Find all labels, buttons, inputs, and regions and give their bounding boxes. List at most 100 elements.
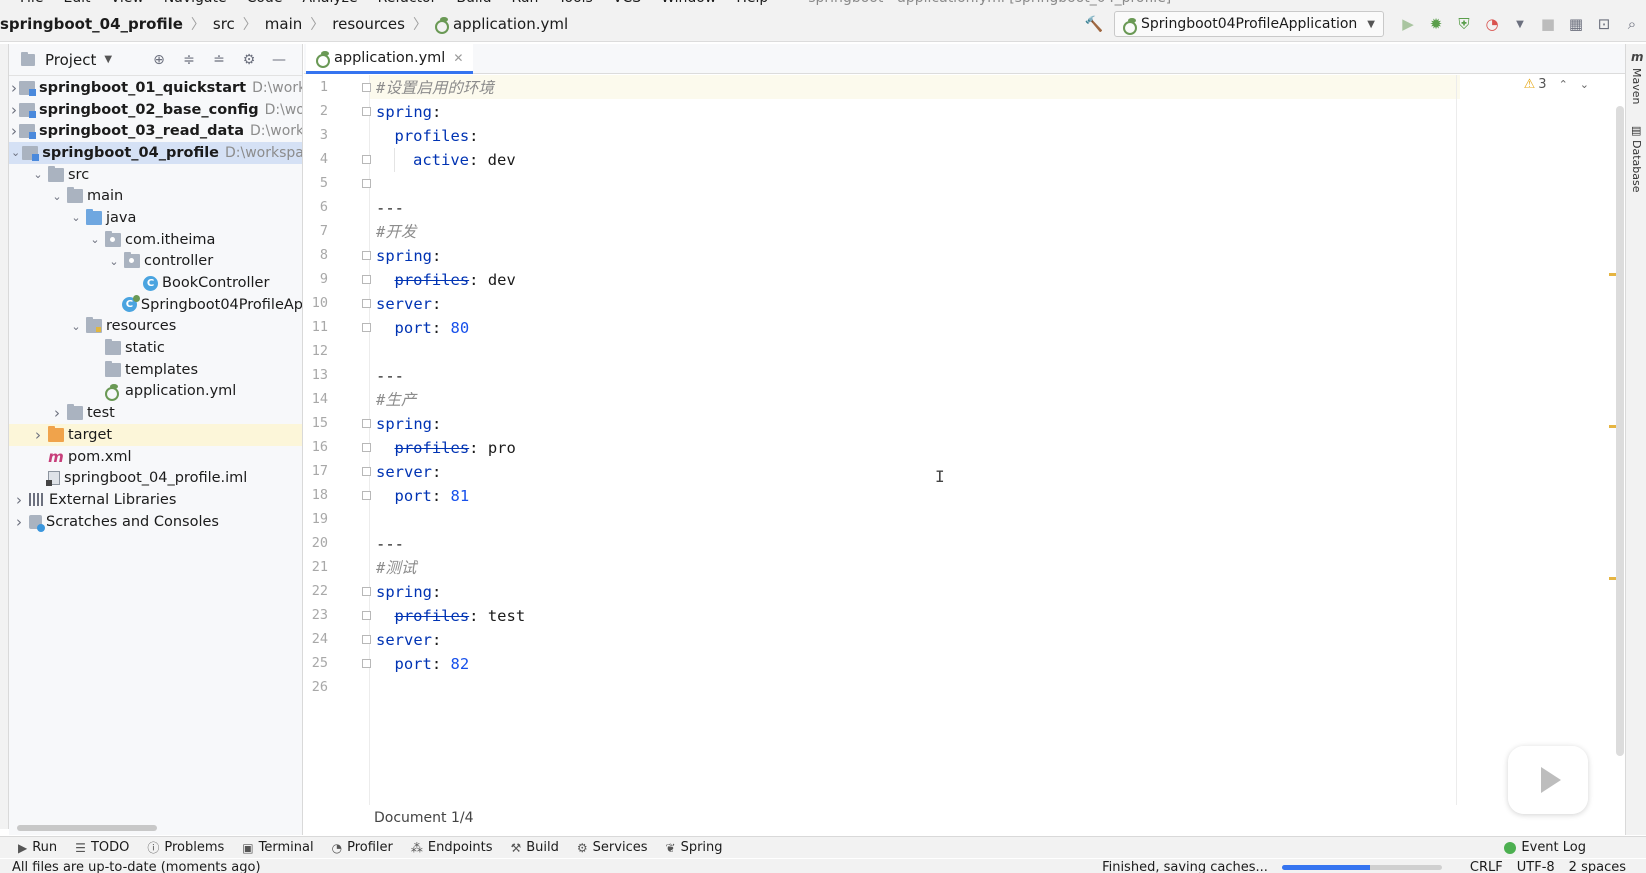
code-line[interactable]: spring:: [376, 100, 441, 124]
tree-item[interactable]: ⌄ springboot_04_profile D:\workspac: [9, 142, 302, 164]
chevron-right-icon[interactable]: ›: [11, 101, 17, 119]
gear-icon[interactable]: ⚙: [238, 49, 260, 71]
menu-item[interactable]: Refactor: [378, 0, 437, 6]
fold-marker-icon[interactable]: [362, 83, 371, 92]
chevron-down-icon[interactable]: ⌄: [68, 320, 84, 333]
fold-marker-icon[interactable]: [362, 659, 371, 668]
chevron-right-icon[interactable]: ›: [11, 491, 27, 509]
fold-marker-icon[interactable]: [362, 251, 371, 260]
fold-marker-icon[interactable]: [362, 179, 371, 188]
search-icon[interactable]: ⌕: [1621, 13, 1643, 35]
chevron-right-icon[interactable]: ›: [49, 404, 65, 422]
menu-item[interactable]: File: [20, 0, 43, 6]
maven-tool-window[interactable]: Maven: [1630, 68, 1643, 104]
tree-item[interactable]: ›springboot_04_profile.iml: [9, 467, 302, 489]
code-area[interactable]: #设置启用的环境 spring: profiles: active: dev --- #开…: [376, 75, 1446, 805]
menu-item[interactable]: Window: [661, 0, 716, 6]
code-line[interactable]: port: 80: [376, 316, 470, 340]
locate-icon[interactable]: ⊕: [148, 49, 170, 71]
code-line[interactable]: profiles: pro: [376, 436, 516, 460]
code-line[interactable]: ---: [376, 196, 404, 220]
code-line[interactable]: spring:: [376, 244, 441, 268]
menu-item[interactable]: VCS: [613, 0, 641, 6]
fold-marker-icon[interactable]: [362, 635, 371, 644]
chevron-down-icon[interactable]: ▼: [1509, 13, 1531, 35]
background-task-progress[interactable]: [1281, 865, 1442, 870]
chevron-right-icon[interactable]: ›: [11, 79, 17, 97]
fold-marker-icon[interactable]: [362, 107, 371, 116]
code-line[interactable]: #设置启用的环境: [376, 76, 494, 100]
project-structure-icon[interactable]: ▦: [1565, 13, 1587, 35]
fold-marker-icon[interactable]: [362, 491, 371, 500]
tab-build[interactable]: ⚒ Build: [511, 840, 559, 855]
code-line[interactable]: server:: [376, 628, 441, 652]
menu-item[interactable]: Edit: [63, 0, 90, 6]
tree-item[interactable]: ⌄ controller: [9, 251, 302, 273]
code-line[interactable]: spring:: [376, 580, 441, 604]
code-line[interactable]: profiles: dev: [376, 268, 516, 292]
code-line[interactable]: profiles:: [376, 124, 479, 148]
chevron-down-icon[interactable]: ⌄: [1580, 78, 1589, 91]
menu-item[interactable]: Run: [512, 0, 539, 6]
chevron-up-icon[interactable]: ⌃: [1559, 78, 1568, 91]
tab-todo[interactable]: ☰ TODO: [75, 840, 129, 855]
tree-item[interactable]: ›CSpringboot04ProfileAp: [9, 294, 302, 316]
maven-icon[interactable]: m: [1631, 50, 1644, 64]
tree-item[interactable]: ›CBookController: [9, 272, 302, 294]
tree-item[interactable]: › springboot_03_read_data D:\works: [9, 120, 302, 142]
breadcrumb-src[interactable]: src: [213, 15, 235, 33]
vertical-scrollbar[interactable]: [1616, 106, 1624, 756]
chevron-down-icon[interactable]: ⌄: [106, 255, 122, 268]
code-line[interactable]: ---: [376, 532, 404, 556]
code-line[interactable]: port: 82: [376, 652, 470, 676]
tree-item[interactable]: ⌄ main: [9, 185, 302, 207]
menu-item[interactable]: Analyze: [302, 0, 357, 6]
background-task-label[interactable]: Finished, saving caches...: [1102, 860, 1268, 873]
line-separator[interactable]: CRLF: [1470, 860, 1503, 873]
menu-item[interactable]: Navigate: [164, 0, 227, 6]
horizontal-scrollbar[interactable]: [17, 825, 157, 831]
menu-item[interactable]: Tools: [558, 0, 593, 6]
tab-profiler[interactable]: ◔ Profiler: [332, 840, 393, 855]
chevron-right-icon[interactable]: ›: [11, 122, 17, 140]
menu-item[interactable]: View: [111, 0, 144, 6]
inspection-widget[interactable]: ⚠ 3 ⌃ ⌄: [1524, 77, 1589, 92]
menu-item[interactable]: Code: [247, 0, 283, 6]
chevron-down-icon[interactable]: ⌄: [49, 190, 65, 203]
indent-setting[interactable]: 2 spaces: [1569, 860, 1626, 873]
code-line[interactable]: active: dev: [376, 148, 516, 172]
hammer-icon[interactable]: 🔨: [1083, 13, 1105, 35]
fold-marker-icon[interactable]: [362, 467, 371, 476]
close-icon[interactable]: ✕: [453, 51, 463, 65]
status-message[interactable]: All files are up-to-date (moments ago): [12, 860, 261, 873]
breadcrumb-file[interactable]: application.yml: [434, 15, 568, 34]
tree-item[interactable]: ⌄ src: [9, 164, 302, 186]
tree-item[interactable]: › External Libraries: [9, 489, 302, 511]
event-log-button[interactable]: Event Log: [1504, 840, 1586, 855]
shield-run-icon[interactable]: ⛨: [1453, 13, 1475, 35]
fold-marker-icon[interactable]: [362, 299, 371, 308]
chevron-down-icon[interactable]: ⌄: [68, 211, 84, 224]
tab-application-yml[interactable]: application.yml ✕: [306, 44, 474, 74]
file-encoding[interactable]: UTF-8: [1517, 860, 1555, 873]
tree-item[interactable]: ›static: [9, 337, 302, 359]
tree-item[interactable]: ›templates: [9, 359, 302, 381]
video-play-overlay[interactable]: [1508, 746, 1588, 814]
tree-item[interactable]: › springboot_01_quickstart D:\works: [9, 77, 302, 99]
chevron-down-icon[interactable]: ⌄: [30, 168, 46, 181]
tab-problems[interactable]: ⓘ Problems: [147, 839, 224, 856]
chevron-down-icon[interactable]: ▼: [104, 54, 112, 65]
tree-item[interactable]: › springboot_02_base_config D:\work: [9, 99, 302, 121]
fold-marker-icon[interactable]: [362, 155, 371, 164]
minimize-icon[interactable]: —: [268, 49, 290, 71]
tree-item[interactable]: › target: [9, 424, 302, 446]
tab-spring[interactable]: ❦ Spring: [666, 840, 723, 855]
code-line[interactable]: server:: [376, 460, 441, 484]
profiler-icon[interactable]: ◔: [1481, 13, 1503, 35]
tab-endpoints[interactable]: ⁂ Endpoints: [411, 840, 493, 855]
fold-marker-icon[interactable]: [362, 443, 371, 452]
code-line[interactable]: port: 81: [376, 484, 470, 508]
breadcrumb-main[interactable]: main: [265, 15, 302, 33]
fold-marker-icon[interactable]: [362, 587, 371, 596]
code-line[interactable]: #开发: [376, 220, 416, 244]
